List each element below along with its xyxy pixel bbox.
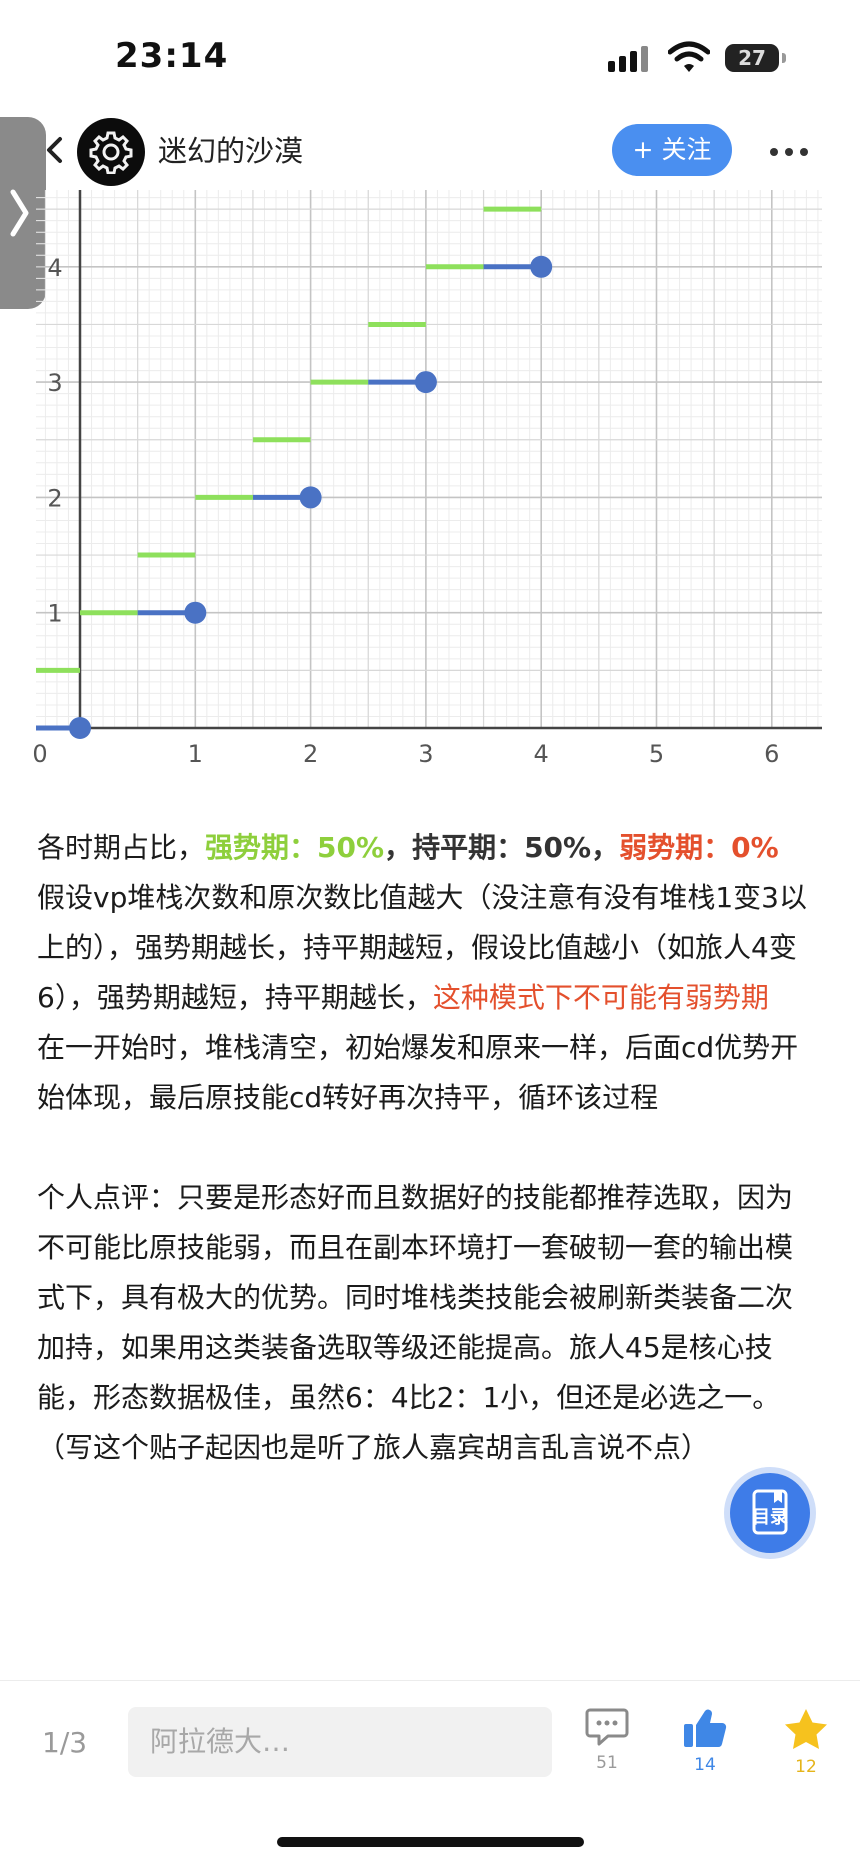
star-icon — [785, 1709, 827, 1749]
ratio-prefix: 各时期占比， — [37, 831, 206, 864]
x-tick-label: 5 — [649, 740, 664, 768]
ratio-separator: ， — [384, 831, 413, 864]
home-indicator — [277, 1837, 584, 1847]
like-button[interactable]: 14 — [670, 1707, 740, 1775]
like-count: 14 — [694, 1755, 716, 1775]
x-tick-label: 2 — [303, 740, 318, 768]
review-paragraph: 个人点评：只要是形态好而且数据好的技能都推荐选取，因为不可能比原技能弱，而且在副… — [37, 1181, 794, 1464]
avatar[interactable] — [77, 118, 145, 186]
weak-period-ratio: 弱势期：0% — [619, 831, 779, 864]
y-tick-label: 2 — [47, 484, 62, 512]
comment-bubble-icon — [585, 1708, 629, 1746]
back-icon[interactable] — [44, 136, 66, 164]
gear-icon — [89, 131, 133, 174]
article-body: 各时期占比，强势期：50%，持平期：50%，弱势期：0% 假设vp堆栈次数和原次… — [37, 823, 817, 1473]
more-options-icon[interactable] — [770, 140, 808, 164]
clock: 23:14 — [115, 36, 229, 76]
blue-data-point — [414, 371, 437, 394]
x-tick-label: 1 — [188, 740, 203, 768]
x-tick-label: 4 — [534, 740, 549, 768]
favorite-button[interactable]: 12 — [771, 1707, 841, 1777]
chart-tick-labels: 0 1 2 3 4 5 6 1 2 3 4 — [32, 254, 779, 768]
x-tick-label: 6 — [764, 740, 779, 768]
cycle-paragraph: 在一开始时，堆栈清空，初始爆发和原来一样，后面cd优势开始体现，最后原技能cd转… — [37, 1031, 799, 1114]
blue-data-point — [299, 486, 322, 509]
chart-grid-minor — [36, 190, 822, 729]
comment-button[interactable]: 51 — [572, 1707, 642, 1773]
battery-icon: 27 — [725, 44, 786, 72]
favorite-count: 12 — [795, 1757, 817, 1777]
x-tick-label: 3 — [418, 740, 433, 768]
comment-input[interactable]: 阿拉德大… — [128, 1707, 552, 1777]
assumption-highlight: 这种模式下不可能有弱势期 — [432, 981, 769, 1014]
comment-count: 51 — [596, 1753, 618, 1773]
period-ratio-line: 各时期占比，强势期：50%，持平期：50%，弱势期：0% — [37, 823, 817, 873]
author-name[interactable]: 迷幻的沙漠 — [158, 128, 303, 170]
cellular-signal-icon — [608, 46, 652, 72]
y-tick-label: 3 — [47, 369, 62, 397]
follow-button[interactable]: + 关注 — [612, 124, 732, 176]
strong-period-ratio: 强势期：50% — [205, 831, 385, 864]
even-period-ratio: 持平期：50% — [412, 831, 592, 864]
blue-data-point — [69, 717, 91, 739]
step-chart: 0 1 2 3 4 5 6 1 2 3 4 — [32, 190, 822, 768]
thumbs-up-icon — [684, 1709, 727, 1748]
table-of-contents-button[interactable]: 目录 — [730, 1473, 810, 1553]
y-tick-label: 1 — [47, 600, 62, 628]
ratio-separator: ， — [591, 831, 620, 864]
y-tick-label: 4 — [47, 254, 62, 282]
x-tick-label: 0 — [32, 740, 47, 768]
wifi-icon — [668, 41, 710, 72]
blue-data-point — [530, 255, 553, 278]
status-bar: 23:14 27 — [0, 0, 860, 110]
blue-data-point — [184, 601, 207, 624]
toc-label: 目录 — [752, 1507, 788, 1528]
assumption-paragraph: 假设vp堆栈次数和原次数比值越大（没注意有没有堆栈1变3以上的），强势期越长，持… — [37, 873, 817, 1023]
page-indicator[interactable]: 1/3 — [42, 1726, 87, 1759]
